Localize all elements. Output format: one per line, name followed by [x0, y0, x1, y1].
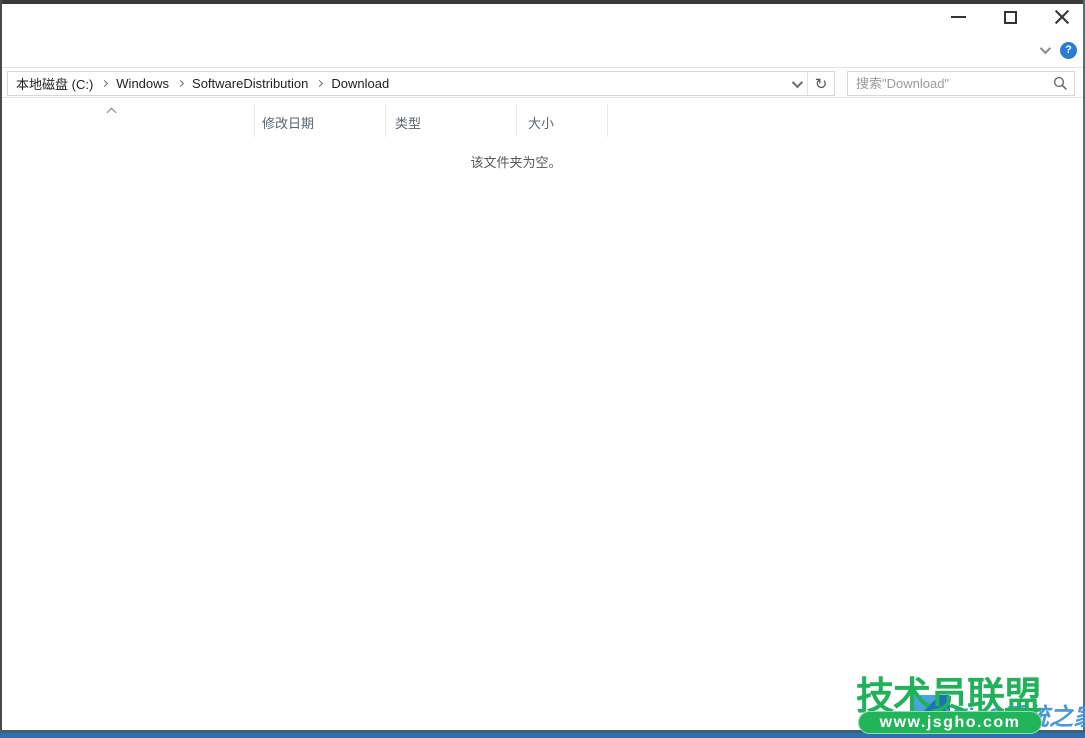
- search-icon: [1053, 76, 1067, 90]
- sort-ascending-icon: [106, 107, 117, 118]
- chevron-down-icon: [791, 76, 803, 88]
- refresh-button[interactable]: ↻: [808, 72, 834, 95]
- column-header-size[interactable]: 大小: [528, 113, 554, 132]
- explorer-window: ? 本地磁盘 (C:) Windows SoftwareDistribution…: [0, 0, 1085, 738]
- search-button[interactable]: [1046, 72, 1074, 95]
- ribbon-right-controls: ?: [1039, 40, 1077, 60]
- maximize-button[interactable]: [1001, 6, 1019, 28]
- column-divider[interactable]: [516, 104, 517, 137]
- file-list-header: 修改日期 类型 大小: [2, 104, 1083, 137]
- watermark-url: www.jsgho.com: [879, 713, 1021, 731]
- breadcrumb-item-download[interactable]: Download: [331, 76, 389, 91]
- toolbar: 本地磁盘 (C:) Windows SoftwareDistribution D…: [2, 67, 1083, 98]
- breadcrumb-separator-icon[interactable]: [176, 79, 185, 88]
- breadcrumb-item-windows[interactable]: Windows: [116, 76, 169, 91]
- column-divider[interactable]: [385, 104, 386, 137]
- breadcrumb: 本地磁盘 (C:) Windows SoftwareDistribution D…: [8, 74, 784, 93]
- address-bar-controls: ↻: [784, 72, 834, 95]
- column-header-date-modified[interactable]: 修改日期: [262, 113, 314, 132]
- close-button[interactable]: [1053, 6, 1071, 28]
- search-box: [847, 71, 1075, 96]
- column-divider[interactable]: [607, 104, 608, 137]
- breadcrumb-item-softwaredistribution[interactable]: SoftwareDistribution: [192, 76, 308, 91]
- expand-ribbon-chevron-icon[interactable]: [1039, 42, 1052, 55]
- minimize-icon: [950, 16, 966, 18]
- minimize-button[interactable]: [949, 6, 967, 28]
- breadcrumb-item-drive[interactable]: 本地磁盘 (C:): [16, 74, 93, 93]
- breadcrumb-separator-icon[interactable]: [316, 79, 324, 88]
- watermark-url-pill: www.jsgho.com: [858, 711, 1042, 734]
- empty-folder-message: 该文件夹为空。: [470, 155, 562, 170]
- help-button[interactable]: ?: [1060, 41, 1077, 59]
- window-top-border: [0, 0, 1085, 4]
- address-dropdown-button[interactable]: [784, 72, 808, 95]
- search-input[interactable]: [848, 72, 1046, 95]
- window-controls: [949, 6, 1071, 28]
- column-header-type[interactable]: 类型: [395, 113, 421, 132]
- maximize-icon: [1003, 10, 1017, 24]
- column-divider[interactable]: [254, 104, 255, 137]
- address-bar[interactable]: 本地磁盘 (C:) Windows SoftwareDistribution D…: [7, 71, 835, 96]
- close-icon: [1054, 9, 1070, 25]
- breadcrumb-separator-icon[interactable]: [101, 79, 109, 88]
